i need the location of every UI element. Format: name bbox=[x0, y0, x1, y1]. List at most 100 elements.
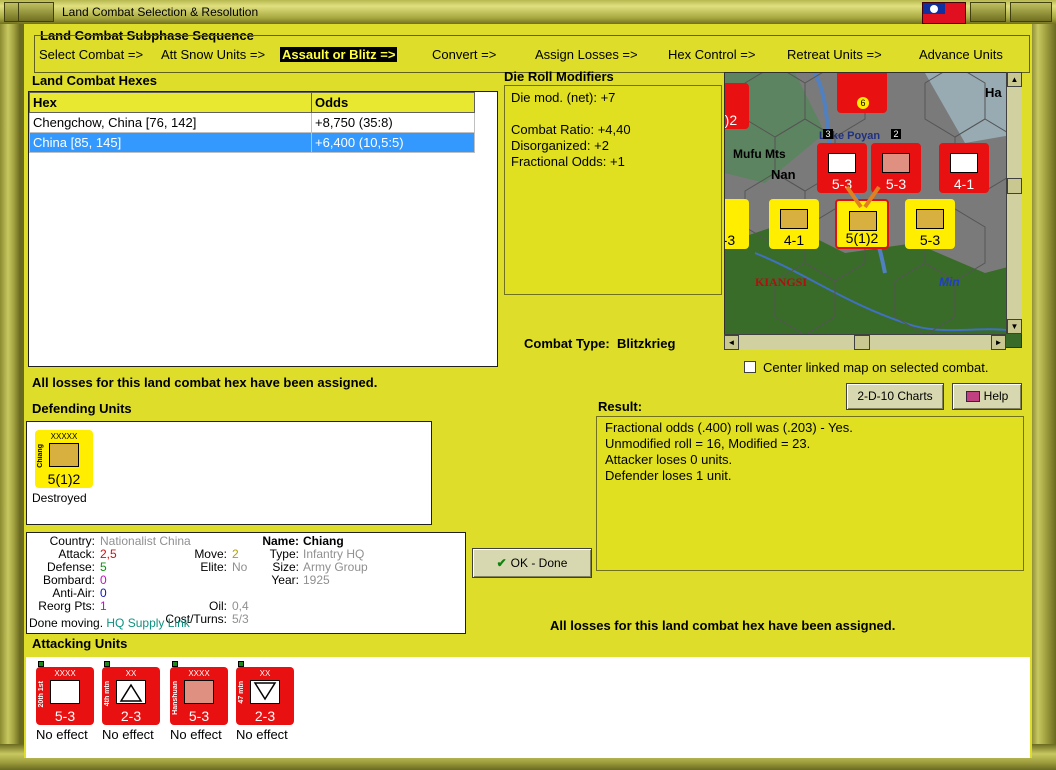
seq-convert: Convert => bbox=[432, 47, 497, 62]
attacking-unit-counter[interactable]: XX 47 mtn 2-3 bbox=[236, 661, 294, 725]
seq-advance-units: Advance Units bbox=[919, 47, 1003, 62]
counter-strength: 5(1)2 bbox=[47, 471, 81, 487]
scroll-right-button[interactable]: ► bbox=[991, 335, 1006, 350]
window-title: Land Combat Selection & Resolution bbox=[62, 5, 259, 19]
modifier-line: Disorganized: +2 bbox=[511, 138, 609, 153]
counter-size: XX bbox=[259, 669, 271, 678]
scroll-down-button[interactable]: ▼ bbox=[1007, 319, 1022, 334]
hexes-heading: Land Combat Hexes bbox=[32, 73, 157, 88]
close-button[interactable] bbox=[1010, 2, 1052, 22]
combat-type: Combat Type: Blitzkrieg bbox=[524, 336, 675, 351]
losses-message-top: All losses for this land combat hex have… bbox=[32, 375, 378, 390]
losses-message-bottom: All losses for this land combat hex have… bbox=[550, 618, 896, 633]
supply-link-text: HQ Supply Link bbox=[106, 616, 190, 630]
counter-strength: 4-1 bbox=[783, 232, 805, 248]
result-box: Fractional odds (.400) roll was (.203) -… bbox=[596, 416, 1024, 571]
year-value: 1925 bbox=[303, 573, 330, 587]
charts-button[interactable]: 2-D-10 Charts bbox=[846, 383, 944, 410]
map-label-mufu-mts: Mufu Mts bbox=[733, 147, 786, 161]
help-button[interactable]: Help bbox=[952, 383, 1022, 410]
year-label: Year: bbox=[271, 573, 299, 587]
linked-map[interactable]: Mufu Mts Nan Lake Poyan Ha KIANGSI Min 6… bbox=[724, 72, 1022, 348]
counter-unit-name: 20th 1st bbox=[38, 681, 45, 708]
attacking-unit-counter[interactable]: XX 4th mtn 2-3 bbox=[102, 661, 160, 725]
attack-arrows-icon bbox=[845, 185, 881, 209]
cost-value: 5/3 bbox=[232, 612, 249, 626]
combat-type-label: Combat Type: bbox=[524, 336, 610, 351]
defending-unit-counter[interactable]: XXXXX Chiang 5(1)2 bbox=[35, 430, 93, 488]
counter-strength: 5-3 bbox=[919, 232, 941, 248]
counter-unit-name: Chiang bbox=[37, 444, 44, 468]
scroll-up-button[interactable]: ▲ bbox=[1007, 72, 1022, 87]
counter-unit-name: 4th mtn bbox=[104, 681, 111, 707]
elite-value: No bbox=[232, 560, 248, 574]
attacking-unit-status: No effect bbox=[236, 727, 288, 742]
map-scrollbar-horizontal[interactable]: ◄ ► bbox=[724, 334, 1006, 350]
odds-cell: +6,400 (10,5:5) bbox=[311, 132, 475, 153]
attacking-heading: Attacking Units bbox=[32, 636, 128, 651]
column-odds[interactable]: Odds bbox=[311, 92, 475, 113]
help-book-icon bbox=[965, 391, 980, 403]
window-frame-right bbox=[1028, 0, 1056, 770]
nationalist-china-flag-icon bbox=[922, 2, 966, 24]
mountain-icon bbox=[119, 683, 143, 702]
counter-unit-name: 47 mtn bbox=[238, 681, 245, 704]
center-map-checkbox[interactable] bbox=[744, 361, 756, 373]
counter-strength: 4-1 bbox=[953, 176, 975, 192]
column-hex[interactable]: Hex bbox=[29, 92, 312, 113]
modifiers-box: Die mod. (net): +7 Combat Ratio: +4,40 D… bbox=[504, 85, 722, 295]
map-counter[interactable]: 3)2 bbox=[725, 83, 749, 129]
window-menu-button[interactable] bbox=[18, 2, 54, 22]
dialog-client-area: Land Combat Subphase Sequence Select Com… bbox=[24, 24, 1032, 758]
ok-done-label: OK - Done bbox=[510, 556, 568, 570]
result-line: Defender loses 1 unit. bbox=[605, 468, 732, 483]
map-scrollbar-vertical[interactable]: ▲ ▼ bbox=[1006, 72, 1022, 334]
map-air-badge: 6 bbox=[857, 97, 869, 109]
center-map-label: Center linked map on selected combat. bbox=[763, 360, 989, 375]
modifier-line: Fractional Odds: +1 bbox=[511, 154, 625, 169]
modifier-spacer bbox=[511, 106, 715, 122]
counter-size: XXXX bbox=[54, 669, 76, 678]
attacking-unit-status: No effect bbox=[102, 727, 154, 742]
attacking-unit-counter[interactable]: XXXX Hanshuan 5-3 bbox=[170, 661, 228, 725]
attacking-unit-status: No effect bbox=[170, 727, 222, 742]
seq-assault-or-blitz: Assault or Blitz => bbox=[280, 47, 398, 62]
attacking-unit-counter[interactable]: XXXX 20th 1st 5-3 bbox=[36, 661, 94, 725]
scroll-thumb-vertical[interactable] bbox=[1007, 178, 1022, 194]
counter-strength: 5-3 bbox=[188, 708, 210, 724]
odds-cell: +8,750 (35:8) bbox=[311, 112, 475, 133]
reorg-label: Reorg Pts: bbox=[38, 599, 95, 613]
map-label-nan: Nan bbox=[771, 167, 796, 182]
table-row-selected[interactable]: China [85, 145] +6,400 (10,5:5) bbox=[29, 132, 475, 153]
unit-info-panel: Country: Attack: Defense: Bombard: Anti-… bbox=[26, 532, 466, 634]
restore-button[interactable] bbox=[970, 2, 1006, 22]
hex-cell: Chengchow, China [76, 142] bbox=[29, 112, 312, 133]
counter-strength: 5(1)2 bbox=[845, 230, 879, 246]
modifiers-heading: Die Roll Modifiers bbox=[504, 69, 614, 84]
modifier-line: Die mod. (net): +7 bbox=[511, 90, 616, 105]
map-counter[interactable]: 4-1 bbox=[769, 199, 819, 249]
map-counter[interactable]: 5-3 bbox=[905, 199, 955, 249]
ok-done-button[interactable]: ✔ OK - Done bbox=[472, 548, 592, 578]
counter-size: XXXXX bbox=[50, 432, 78, 441]
hexes-list[interactable]: Hex Odds Chengchow, China [76, 142] +8,7… bbox=[28, 91, 498, 367]
result-heading: Result: bbox=[598, 399, 643, 414]
attacking-units-panel: XXXX 20th 1st 5-3 No effect XX 4th mtn 2… bbox=[26, 657, 1030, 758]
seq-retreat-units: Retreat Units => bbox=[787, 47, 882, 62]
table-row[interactable]: Chengchow, China [76, 142] +8,750 (35:8) bbox=[29, 112, 475, 133]
seq-hex-control: Hex Control => bbox=[668, 47, 756, 62]
map-counter[interactable]: -3 bbox=[725, 199, 749, 249]
map-label-ha: Ha bbox=[985, 85, 1002, 100]
scroll-thumb-horizontal[interactable] bbox=[854, 335, 870, 350]
scroll-left-button[interactable]: ◄ bbox=[724, 335, 739, 350]
checkmark-icon: ✔ bbox=[496, 556, 507, 570]
seq-select-combat: Select Combat => bbox=[39, 47, 144, 62]
map-hex-badge: 2 bbox=[891, 129, 901, 139]
defending-units-panel: XXXXX Chiang 5(1)2 Destroyed bbox=[26, 421, 432, 525]
result-line: Unmodified roll = 16, Modified = 23. bbox=[605, 436, 811, 451]
title-bar[interactable]: Land Combat Selection & Resolution bbox=[0, 0, 1056, 24]
map-air-counter[interactable]: 6 bbox=[837, 73, 887, 113]
help-label: Help bbox=[983, 389, 1009, 403]
counter-strength: 5-3 bbox=[54, 708, 76, 724]
map-counter[interactable]: 4-1 bbox=[939, 143, 989, 193]
